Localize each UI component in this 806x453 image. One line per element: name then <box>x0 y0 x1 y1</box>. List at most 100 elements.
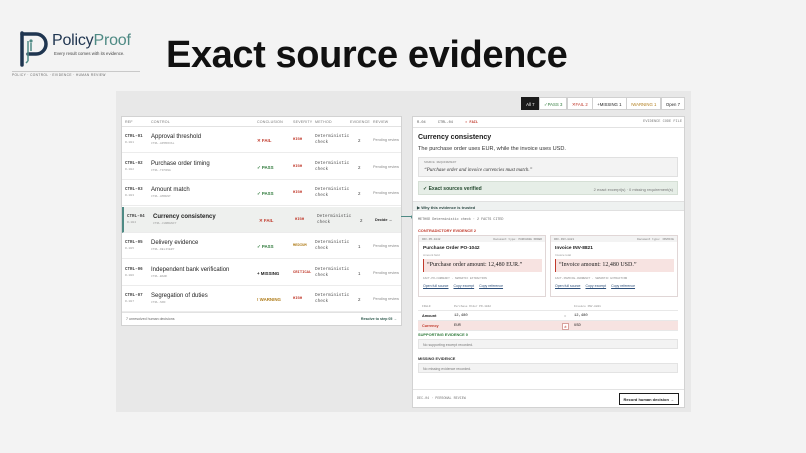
resolve-link[interactable]: Resolve to step 05 → <box>361 317 397 321</box>
evidence-card-po: DOC-PO-1042 Document type: PURCHASE ORDER… <box>418 235 546 297</box>
cmp-po-value: EUR <box>454 324 461 328</box>
verification-banner: ✓ Exact sources verified 2 exact excerpt… <box>418 181 678 195</box>
controls-table: REF CONTROL CONCLUSION SEVERITY METHOD E… <box>121 116 402 326</box>
cmp-col-invoice: Invoice INV-8821 <box>574 305 601 308</box>
control-code: CTRL-CURRENCY <box>153 221 177 225</box>
cmp-col-field: FIELD <box>422 305 431 308</box>
card-quote: “Invoice amount: 12,480 USD.” <box>555 259 674 272</box>
filter-warning[interactable]: !WARNING 1 <box>626 97 662 110</box>
control-code: CTRL-SOD <box>151 301 166 304</box>
slide-headline: Exact source evidence <box>166 34 568 76</box>
conclusion-badge: ✓ PASS <box>257 164 274 170</box>
record-decision-button[interactable]: Record human decision → <box>618 393 679 405</box>
filter-missing[interactable]: +MISSING 1 <box>592 97 627 110</box>
evidence-count: 2 <box>360 217 363 223</box>
card-doc-name: Invoice INV-8821 <box>555 246 593 251</box>
card-links: Open full source Copy excerpt Copy refer… <box>423 284 507 288</box>
table-row[interactable]: CTRL-06 R-006 Independent bank verificatio… <box>122 260 401 286</box>
severity-badge: HIGH <box>293 138 303 142</box>
card-field: Amount field <box>423 253 440 257</box>
crumb-ref: R-04 <box>417 121 426 125</box>
card-links: Open full source Copy excerpt Copy refer… <box>555 284 639 288</box>
requirement-label: SOURCE REQUIREMENT <box>424 161 457 164</box>
filter-open[interactable]: Open 7 <box>660 97 685 110</box>
copy-excerpt-link[interactable]: Copy excerpt <box>453 284 474 288</box>
evidence-count: 2 <box>358 138 361 143</box>
comparison-header: FIELD Purchase Order PO-1042 Invoice INV… <box>418 303 678 311</box>
col-conclusion: CONCLUSION <box>257 120 283 124</box>
card-doc-type: Document type: INVOICE <box>637 237 674 241</box>
missing-empty-text: No missing evidence recorded. <box>423 367 472 371</box>
copy-excerpt-link[interactable]: Copy excerpt <box>585 284 606 288</box>
why-trusted-label: ▶ Why this evidence is trusted <box>417 205 476 210</box>
review-status: Pending review <box>373 244 399 248</box>
review-status[interactable]: Decide → <box>375 218 392 222</box>
status-filter-bar: All 7 ✓PASS 3 ✕FAIL 2 +MISSING 1 !WARNING 1O… <box>521 97 685 110</box>
control-ref: CTRL-01 <box>125 135 143 139</box>
contradictory-heading: CONTRADICTORY EVIDENCE 2 <box>418 228 477 233</box>
control-ref-sub: R-006 <box>125 273 135 277</box>
table-row[interactable]: CTRL-07 R-007 Segregation of duties CTRL-SO… <box>122 286 401 312</box>
decision-ref: DEC-04 · PERSONAL REVIEW <box>417 397 466 401</box>
method-text: Deterministic check <box>315 134 350 145</box>
col-review: REVIEW <box>373 120 389 124</box>
app-screenshot: All 7 ✓PASS 3 ✕FAIL 2 +MISSING 1 !WARNING 1O… <box>116 91 691 412</box>
open-source-link[interactable]: Open full source <box>555 284 581 288</box>
detail-title: Currency consistency <box>418 134 492 141</box>
detail-footer: DEC-04 · PERSONAL REVIEW Record human de… <box>413 389 684 407</box>
logo-wordmark: PolicyProof <box>52 32 131 49</box>
table-row[interactable]: CTRL-05 R-005 Delivery evidence CTRL-DELIVE… <box>122 233 401 259</box>
verified-summary: 2 exact excerpt(s) · 0 missing requireme… <box>593 186 673 192</box>
card-meta: FACT-INVOICE-CURRENCY · SEMANTIC EXTRACT… <box>555 277 628 280</box>
control-ref: CTRL-03 <box>125 188 143 192</box>
col-severity: SEVERITY <box>293 120 313 124</box>
control-ref-sub: R-001 <box>125 141 135 144</box>
evidence-count: 1 <box>358 244 361 249</box>
cmp-invoice-value: USD <box>574 324 581 328</box>
method-text: Deterministic check <box>315 240 350 251</box>
control-ref-sub: R-002 <box>125 167 135 171</box>
control-ref: CTRL-05 <box>125 241 143 245</box>
control-ref: CTRL-04 <box>127 214 145 219</box>
method-text: Deterministic check <box>317 213 352 225</box>
table-row[interactable]: CTRL-02 R-002 Purchase order timing CTRL-TI… <box>122 154 401 180</box>
method-text: Deterministic check <box>315 187 350 198</box>
method-text: Deterministic check <box>315 293 350 304</box>
card-doc-name: Purchase Order PO-1042 <box>423 246 480 251</box>
control-name: Currency consistency <box>153 213 216 220</box>
severity-badge: MEDIUM <box>293 244 307 248</box>
table-row[interactable]: CTRL-01 R-001 Approval threshold CTRL-APPRO… <box>122 127 401 153</box>
open-source-link[interactable]: Open full source <box>423 284 449 288</box>
severity-badge: HIGH <box>293 164 303 169</box>
why-trusted-toggle[interactable]: ▶ Why this evidence is trusted <box>413 201 684 211</box>
control-code: CTRL-DELIVERY <box>151 248 175 251</box>
col-method: METHOD <box>315 120 332 124</box>
control-ref-sub: R-003 <box>125 194 135 197</box>
filter-pass[interactable]: ✓PASS 3 <box>539 97 568 110</box>
control-name: Amount match <box>151 187 190 193</box>
policyproof-logo: PolicyProof Every result comes with its … <box>19 29 149 69</box>
filter-all[interactable]: All 7 <box>521 97 540 110</box>
control-ref-sub: R-005 <box>125 247 135 250</box>
evidence-count: 2 <box>358 297 361 302</box>
control-code: CTRL-AMOUNT <box>151 195 171 198</box>
conclusion-badge: ✓ PASS <box>257 244 274 249</box>
filter-fail[interactable]: ✕FAIL 2 <box>566 97 593 110</box>
copy-reference-link[interactable]: Copy reference <box>479 284 503 288</box>
missing-heading: MISSING EVIDENCE <box>418 356 456 361</box>
supporting-empty-text: No supporting excerpt recorded. <box>423 343 473 347</box>
conclusion-badge: ✕ FAIL <box>259 217 274 223</box>
review-status: Pending review <box>373 270 399 275</box>
control-ref: CTRL-07 <box>125 294 143 298</box>
unresolved-count: 7 unresolved human decisions <box>126 317 175 321</box>
review-status: Pending review <box>373 138 399 142</box>
table-row[interactable]: CTRL-03 R-003 Amount match CTRL-AMOUNT ✓ PAS… <box>122 180 401 206</box>
table-row[interactable]: CTRL-04 R-004 Currency consistency CTRL-CUR… <box>122 206 401 233</box>
copy-reference-link[interactable]: Copy reference <box>611 284 635 288</box>
comparison-row-currency: Currency EUR ≠ USD <box>418 321 678 331</box>
conclusion-badge: ✕ FAIL <box>257 138 272 143</box>
evidence-count: 1 <box>358 270 361 276</box>
cmp-operator: = <box>564 314 567 318</box>
table-header: REF CONTROL CONCLUSION SEVERITY METHOD E… <box>122 117 401 127</box>
card-quote: “Purchase order amount: 12,480 EUR.” <box>423 259 542 272</box>
